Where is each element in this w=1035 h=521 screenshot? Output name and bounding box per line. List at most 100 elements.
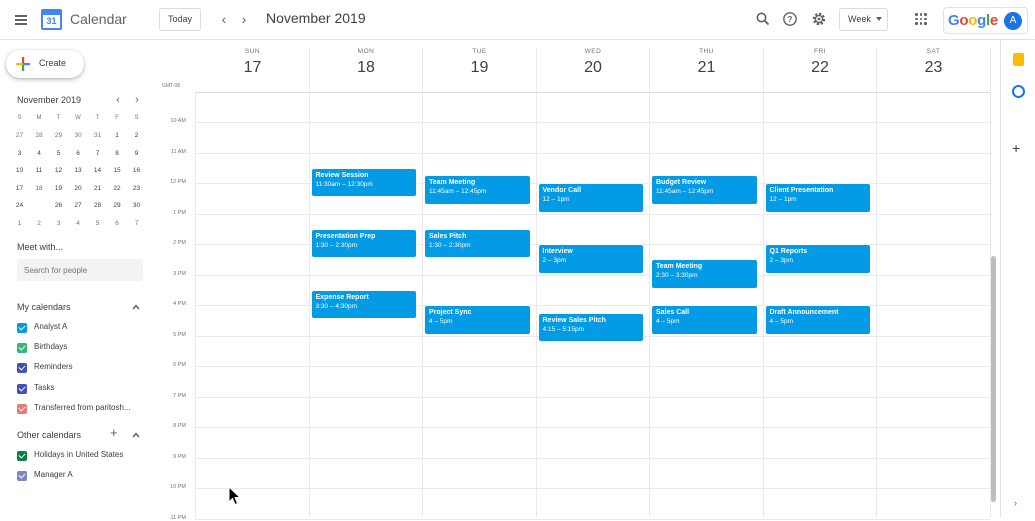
- mini-day[interactable]: 1: [10, 216, 29, 232]
- calendar-event[interactable]: Team Meeting 11:45am – 12:45pm: [424, 175, 531, 205]
- mini-day[interactable]: 23: [127, 181, 146, 197]
- mini-day[interactable]: 1: [108, 128, 127, 144]
- day-header[interactable]: SAT 23: [877, 48, 990, 77]
- today-button[interactable]: Today: [159, 8, 201, 31]
- mini-day[interactable]: 3: [10, 146, 29, 162]
- mini-day[interactable]: 6: [108, 216, 127, 232]
- mini-day[interactable]: 19: [49, 181, 68, 197]
- mini-day[interactable]: 20: [69, 181, 88, 197]
- mini-day[interactable]: 30: [127, 198, 146, 214]
- previous-week-icon[interactable]: ‹: [216, 10, 232, 28]
- mini-day[interactable]: 15: [108, 163, 127, 179]
- help-icon[interactable]: ?: [781, 10, 799, 28]
- day-header[interactable]: FRI 22: [764, 48, 877, 77]
- chevron-up-icon[interactable]: [132, 431, 140, 439]
- calendar-checkbox[interactable]: [17, 471, 27, 482]
- my-calendars-title[interactable]: My calendars: [17, 302, 71, 312]
- calendar-event[interactable]: Review Sales Pitch 4:15 – 5:15pm: [537, 312, 644, 343]
- avatar[interactable]: A: [1004, 12, 1022, 30]
- gear-icon[interactable]: [810, 10, 828, 28]
- day-number[interactable]: 23: [877, 59, 990, 77]
- calendar-list-item[interactable]: Holidays in United States: [17, 449, 157, 465]
- scrollbar[interactable]: [991, 256, 996, 502]
- create-button[interactable]: Create: [6, 50, 84, 78]
- mini-day[interactable]: 7: [88, 146, 107, 162]
- mini-day[interactable]: 12: [49, 163, 68, 179]
- mini-day[interactable]: 14: [88, 163, 107, 179]
- mini-day[interactable]: 25: [30, 198, 49, 214]
- apps-grid-icon[interactable]: [915, 13, 927, 25]
- calendar-event[interactable]: Sales Call 4 – 5pm: [651, 305, 758, 335]
- mini-day[interactable]: 29: [49, 128, 68, 144]
- tasks-icon[interactable]: [1012, 85, 1025, 98]
- day-header[interactable]: TUE 19: [423, 48, 536, 77]
- mini-day[interactable]: 28: [30, 128, 49, 144]
- mini-day[interactable]: 26: [49, 198, 68, 214]
- calendar-list-item[interactable]: Reminders: [17, 361, 157, 377]
- mini-day[interactable]: 4: [30, 146, 49, 162]
- calendar-event[interactable]: Sales Pitch 1:30 – 2:30pm: [424, 228, 531, 259]
- calendar-list-item[interactable]: Manager A: [17, 469, 157, 485]
- mini-day[interactable]: 21: [88, 181, 107, 197]
- day-number[interactable]: 22: [764, 59, 877, 77]
- search-icon[interactable]: [754, 10, 772, 28]
- mini-day[interactable]: 11: [30, 163, 49, 179]
- chevron-right-icon[interactable]: ›: [1014, 498, 1017, 508]
- mini-day[interactable]: 30: [69, 128, 88, 144]
- calendar-event[interactable]: Project Sync 4 – 5pm: [424, 305, 531, 335]
- google-logo[interactable]: Google: [948, 12, 998, 29]
- calendar-event[interactable]: Team Meeting 2:30 – 3:30pm: [651, 259, 758, 289]
- day-number[interactable]: 19: [423, 59, 536, 77]
- calendar-checkbox[interactable]: [17, 383, 27, 394]
- day-header[interactable]: WED 20: [537, 48, 650, 77]
- day-header[interactable]: MON 18: [310, 48, 423, 77]
- keep-icon[interactable]: [1013, 53, 1024, 66]
- calendar-list-item[interactable]: Analyst A: [17, 321, 157, 337]
- view-select[interactable]: Week: [839, 8, 888, 31]
- mini-day[interactable]: 28: [88, 198, 107, 214]
- mini-calendar-prev-icon[interactable]: ‹: [113, 94, 123, 106]
- calendar-event[interactable]: Q1 Reports 2 – 3pm: [764, 244, 871, 274]
- other-calendars-title[interactable]: Other calendars: [17, 430, 81, 440]
- mini-day[interactable]: 31: [88, 128, 107, 144]
- search-people-input[interactable]: [17, 259, 143, 281]
- mini-calendar-next-icon[interactable]: ›: [132, 94, 142, 106]
- day-number[interactable]: 18: [310, 59, 423, 77]
- calendar-list-item[interactable]: Transferred from paritosh...: [17, 402, 157, 418]
- add-addon-icon[interactable]: +: [1012, 140, 1020, 156]
- mini-day[interactable]: 22: [108, 181, 127, 197]
- add-calendar-icon[interactable]: +: [110, 425, 118, 440]
- mini-day[interactable]: 7: [127, 216, 146, 232]
- mini-day[interactable]: 2: [127, 128, 146, 144]
- day-header[interactable]: THU 21: [650, 48, 763, 77]
- mini-day[interactable]: 5: [49, 146, 68, 162]
- mini-day[interactable]: 2: [30, 216, 49, 232]
- mini-day[interactable]: 8: [108, 146, 127, 162]
- calendar-event[interactable]: Vendor Call 12 – 1pm: [537, 183, 644, 213]
- mini-day[interactable]: 4: [69, 216, 88, 232]
- calendar-event[interactable]: Client Presentation 12 – 1pm: [764, 183, 871, 213]
- mini-day[interactable]: 5: [88, 216, 107, 232]
- mini-day[interactable]: 18: [30, 181, 49, 197]
- mini-day[interactable]: 16: [127, 163, 146, 179]
- calendar-checkbox[interactable]: [17, 323, 27, 333]
- day-header[interactable]: SUN 17: [196, 48, 309, 77]
- calendar-event[interactable]: Expense Report 3:30 – 4:30pm: [310, 289, 417, 320]
- chevron-up-icon[interactable]: [132, 303, 140, 311]
- calendar-checkbox[interactable]: [17, 363, 27, 374]
- mini-day[interactable]: 27: [69, 198, 88, 214]
- mini-day[interactable]: 9: [127, 146, 146, 162]
- calendar-list-item[interactable]: Tasks: [17, 382, 157, 398]
- calendar-list-item[interactable]: Birthdays: [17, 341, 157, 357]
- mini-day[interactable]: 29: [108, 198, 127, 214]
- calendar-checkbox[interactable]: [17, 343, 27, 354]
- main-menu-icon[interactable]: [10, 9, 32, 31]
- day-number[interactable]: 17: [196, 59, 309, 77]
- mini-day[interactable]: 17: [10, 181, 29, 197]
- mini-day[interactable]: 3: [49, 216, 68, 232]
- mini-day[interactable]: 10: [10, 163, 29, 179]
- mini-day[interactable]: 6: [69, 146, 88, 162]
- app-title[interactable]: Calendar: [70, 11, 127, 27]
- calendar-event[interactable]: Interview 2 – 3pm: [537, 244, 644, 274]
- calendar-event[interactable]: Budget Review 11:45am – 12:45pm: [651, 175, 758, 205]
